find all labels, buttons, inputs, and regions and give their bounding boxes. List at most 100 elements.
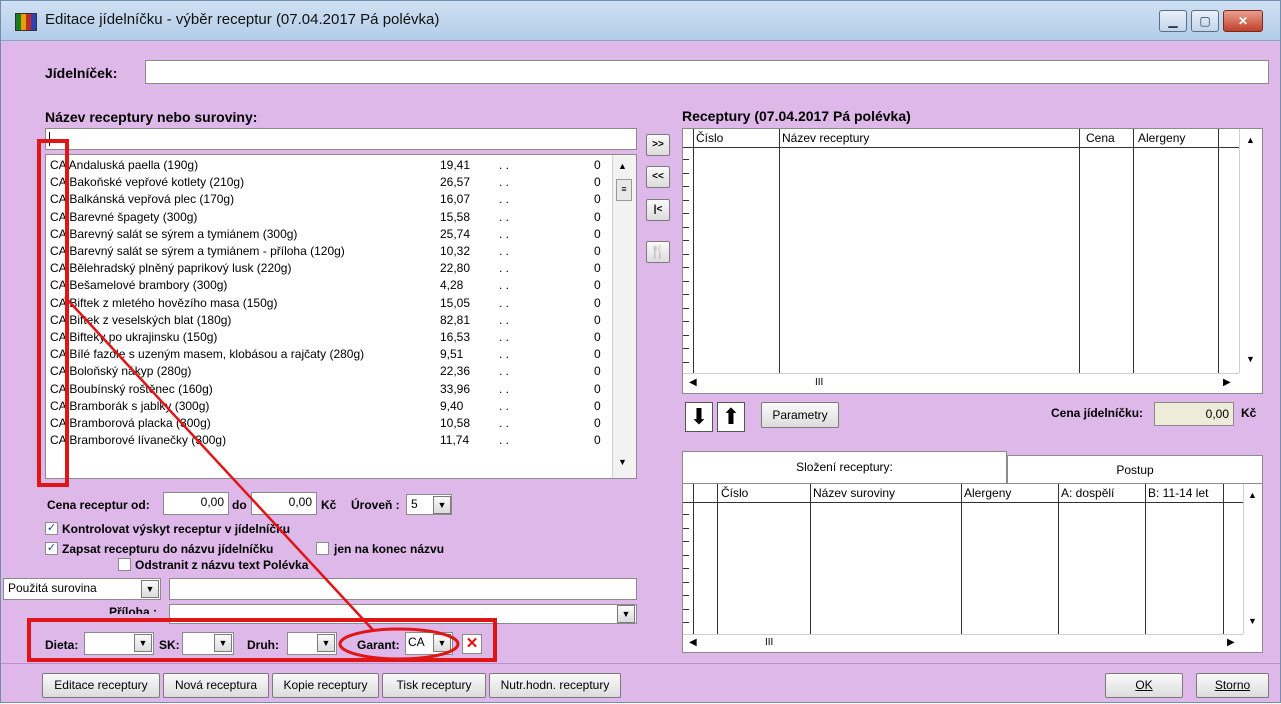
close-icon[interactable]: ✕ [1223, 10, 1263, 32]
list-item[interactable]: CA Barevný salát se sýrem a tymiánem (30… [46, 226, 612, 243]
list-item[interactable]: CA Boubínský roštěnec (160g) 33,96 . . 0 [46, 381, 612, 398]
scroll-left-icon[interactable]: ◀ [689, 377, 697, 388]
recipe-price: 16,07 [440, 192, 471, 207]
cena-od-input[interactable]: 0,00 [163, 492, 229, 515]
slozeni-vscroll[interactable]: ▲ ▼ [1243, 484, 1262, 634]
scroll-left-icon[interactable]: ◀ [689, 637, 697, 648]
priloha-input[interactable] [169, 604, 637, 624]
kontrolovat-checkbox[interactable]: ✓ [45, 522, 58, 535]
parametry-button[interactable]: Parametry [761, 402, 839, 428]
jen-konec-checkbox[interactable] [316, 542, 329, 555]
surovina-select[interactable]: Použitá surovina [3, 578, 161, 600]
recipe-name: CA Bifteky po ukrajinsku (150g) [50, 330, 218, 344]
scroll-right-icon[interactable]: ▶ [1227, 637, 1235, 648]
list-item[interactable]: CA Bramborák s jablky (300g) 9,40 . . 0 [46, 398, 612, 415]
list-item[interactable]: CA Barevný salát se sýrem a tymiánem - p… [46, 243, 612, 260]
chevron-down-icon[interactable]: ▼ [433, 634, 451, 652]
recipe-name: CA Bakoňské vepřové kotlety (210g) [50, 175, 245, 190]
cutlery-icon[interactable]: 🍴 [646, 241, 670, 263]
add-recipe-button[interactable]: >> [646, 134, 670, 156]
scroll-up-icon[interactable]: ▲ [618, 161, 627, 171]
odstranit-checkbox[interactable] [118, 558, 131, 571]
list-item[interactable]: CA Bramborové lívanečky (300g) 11,74 . . 0 [46, 432, 612, 449]
tab-postup[interactable]: Postup [1007, 455, 1263, 483]
nova-receptura-button[interactable]: Nová receptura [163, 673, 269, 698]
col-nazev-receptury[interactable]: Název receptury [782, 131, 869, 145]
scroll-up-icon[interactable]: ▲ [1246, 135, 1255, 145]
clear-filter-icon[interactable]: ✕ [462, 634, 482, 654]
minimize-icon[interactable]: ▁ [1159, 10, 1187, 32]
editace-receptury-button[interactable]: Editace receptury [42, 673, 160, 698]
comp-col-cislo[interactable]: Číslo [721, 486, 748, 500]
recipe-price: 25,74 [440, 226, 471, 241]
recipe-dots: . . [499, 295, 510, 310]
row-marker [683, 321, 689, 322]
move-first-button[interactable]: |< [646, 199, 670, 221]
recipe-list-scrollbar[interactable]: ▲ ≡ ▼ [612, 155, 636, 478]
receptury-grid[interactable]: Číslo Název receptury Cena Alergeny ▲ ▼ … [682, 128, 1263, 394]
list-item[interactable]: CA Andaluská paella (190g) 19,41 . . 0 [46, 157, 612, 174]
comp-col-nazev[interactable]: Název suroviny [813, 486, 895, 500]
row-marker [683, 334, 689, 336]
recipe-count: 0 [594, 295, 601, 310]
tisk-receptury-button[interactable]: Tisk receptury [382, 673, 486, 698]
comp-col-dospeli[interactable]: A: dospělí [1061, 486, 1114, 500]
hscroll-thumb[interactable]: III [765, 637, 773, 648]
recipe-price: 19,41 [440, 158, 471, 172]
list-item[interactable]: CA Bifteky po ukrajinsku (150g) 16,53 . . 0 [46, 329, 612, 346]
storno-button[interactable]: Storno [1196, 673, 1269, 698]
scroll-thumb[interactable]: ≡ [616, 179, 632, 201]
nutr-hodn-button[interactable]: Nutr.hodn. receptury [489, 673, 621, 698]
kopie-receptury-button[interactable]: Kopie receptury [272, 673, 379, 698]
list-item[interactable]: CA Bakoňské vepřové kotlety (210g) 26,57.… [46, 174, 612, 191]
tab-slozeni[interactable]: Složení receptury: [682, 451, 1007, 483]
list-item[interactable]: CA Balkánská vepřová plec (170g) 16,07 . .… [46, 191, 612, 208]
receptury-vscroll[interactable]: ▲ ▼ [1239, 129, 1262, 373]
recipe-price: 16,53 [440, 330, 471, 344]
search-input[interactable] [45, 128, 637, 150]
col-alergeny[interactable]: Alergeny [1138, 131, 1185, 145]
chevron-down-icon[interactable]: ▼ [617, 605, 635, 623]
maximize-icon[interactable]: ▢ [1191, 10, 1219, 32]
cena-do-input[interactable]: 0,00 [251, 492, 317, 515]
recipe-name: CA Boloňský nákyp (280g) [50, 364, 192, 379]
chevron-down-icon[interactable]: ▼ [433, 496, 451, 514]
list-item[interactable]: CA Biftek z veselských blat (180g) 82,81.… [46, 312, 612, 329]
hscroll-thumb[interactable]: III [815, 377, 823, 388]
recipe-price: 33,96 [440, 381, 471, 396]
list-item[interactable]: CA Barevné špagety (300g) 15,58 . . 0 [46, 209, 612, 226]
chevron-down-icon[interactable]: ▼ [317, 634, 335, 652]
list-item[interactable]: CA Bělehradský plněný paprikový lusk (22… [46, 260, 612, 277]
comp-col-11-14[interactable]: B: 11-14 let [1148, 486, 1208, 500]
chevron-down-icon[interactable]: ▼ [214, 634, 232, 652]
scroll-right-icon[interactable]: ▶ [1223, 377, 1231, 388]
recipe-dots: . . [499, 381, 510, 396]
scroll-down-icon[interactable]: ▼ [1248, 616, 1257, 626]
list-item[interactable]: CA Biftek z mletého hovězího masa (150g)… [46, 295, 612, 312]
list-item[interactable]: CA Bílé fazole s uzeným masem, klobásou … [46, 346, 612, 363]
col-cena[interactable]: Cena [1086, 131, 1115, 145]
jidelnicek-input[interactable] [145, 60, 1269, 84]
recipe-list[interactable]: CA Andaluská paella (190g) 19,41. . 0 CA Ba… [45, 154, 637, 479]
zapsat-checkbox[interactable]: ✓ [45, 542, 58, 555]
list-item[interactable]: CA Bešamelové brambory (300g) 4,28 . . 0 [46, 277, 612, 294]
surovina-input[interactable] [169, 578, 637, 600]
list-item[interactable]: CA Bramborová placka (300g) 10,58 . . 0 [46, 415, 612, 432]
scroll-down-icon[interactable]: ▼ [1246, 354, 1255, 364]
comp-col-alergeny[interactable]: Alergeny [964, 486, 1011, 500]
slozeni-hscroll[interactable]: ◀ III ▶ [683, 634, 1243, 652]
move-up-icon[interactable]: ⬆ [717, 402, 745, 432]
scroll-up-icon[interactable]: ▲ [1248, 490, 1257, 500]
col-cislo[interactable]: Číslo [696, 131, 723, 145]
scroll-down-icon[interactable]: ▼ [618, 457, 627, 467]
chevron-down-icon[interactable]: ▼ [134, 634, 152, 652]
slozeni-grid[interactable]: Číslo Název suroviny Alergeny A: dospělí… [682, 483, 1263, 653]
ok-button[interactable]: OK [1105, 673, 1183, 698]
receptury-hscroll[interactable]: ◀ III ▶ [683, 373, 1239, 393]
move-down-icon[interactable]: ⬇ [685, 402, 713, 432]
remove-all-button[interactable]: << [646, 166, 670, 188]
row-marker [683, 240, 689, 241]
chevron-down-icon[interactable]: ▼ [141, 580, 159, 598]
list-item[interactable]: CA Boloňský nákyp (280g) 22,36 . . 0 [46, 363, 612, 380]
row-marker [683, 186, 689, 187]
